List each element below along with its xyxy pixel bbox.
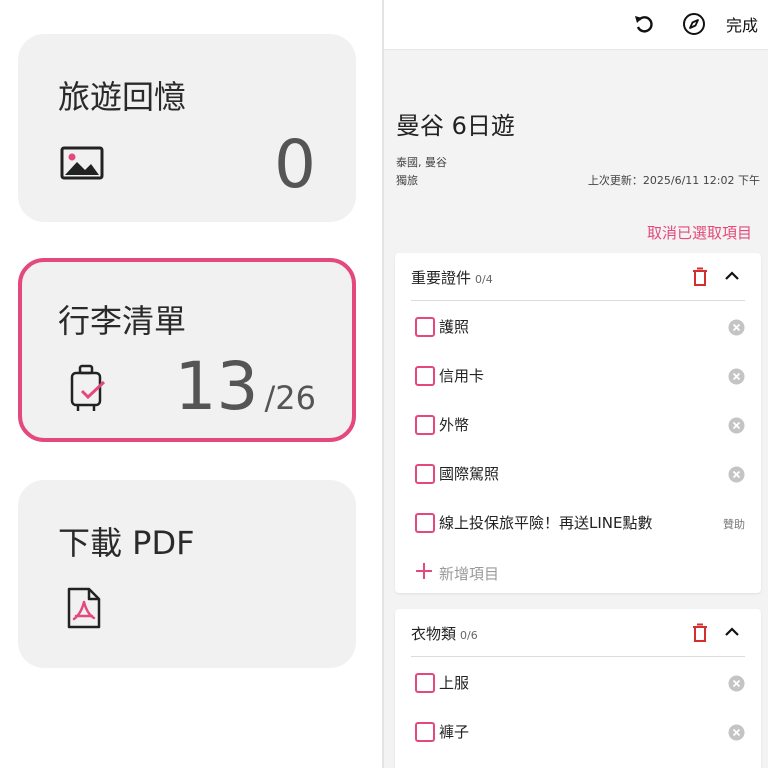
section-header: 重要證件 0/4 [411,253,745,301]
trip-style: 獨旅 [396,174,418,187]
packing-list-card[interactable]: 行李清單 13/26 [18,258,356,442]
section-important-documents: 重要證件 0/4 護照 信用卡 外幣 國際駕照 線上投保旅平險！再送LINE點數… [395,253,761,593]
item-label: 國際駕照 [439,465,500,483]
section-name: 重要證件 0/4 [411,267,493,288]
item-label: 外幣 [439,416,470,434]
list-item: 上服 [415,659,745,708]
section-count: 0/6 [460,629,478,642]
section-name-text: 重要證件 [411,269,472,287]
packing-checked-count: 13 [174,348,259,425]
section-name: 衣物類 0/6 [411,623,478,644]
remove-item-icon[interactable] [728,675,745,692]
chevron-up-icon[interactable] [723,623,741,641]
trip-title: 曼谷 6日遊 [396,112,515,140]
download-pdf-card[interactable]: 下載 PDF [18,480,356,668]
list-item: 護照 [415,303,745,352]
remove-item-icon[interactable] [728,319,745,336]
packing-total-count: /26 [264,379,317,417]
item-label: 信用卡 [439,367,485,385]
list-item: 信用卡 [415,352,745,401]
packing-title: 行李清單 [58,302,187,340]
left-panel: 旅遊回憶 0 行李清單 13/26 下載 PDF [0,0,382,768]
trip-location: 泰國, 曼谷 [396,156,447,169]
remove-item-icon[interactable] [728,417,745,434]
sponsored-item[interactable]: 線上投保旅平險！再送LINE點數 贊助 [415,499,745,548]
remove-item-icon[interactable] [728,368,745,385]
pdf-title: 下載 PDF [58,524,195,562]
plus-icon [415,562,433,580]
item-checkbox[interactable] [415,464,435,484]
item-label: 護照 [439,318,470,336]
image-icon [60,146,104,184]
item-checkbox[interactable] [415,722,435,742]
add-item-label: 新增項目 [439,565,500,583]
list-item: 外幣 [415,401,745,450]
done-button[interactable]: 完成 [726,12,758,36]
section-name-text: 衣物類 [411,625,457,643]
sponsor-badge: 贊助 [723,518,745,531]
item-label: 線上投保旅平險！再送LINE點數 [439,514,653,532]
pdf-file-icon [66,586,102,634]
item-checkbox[interactable] [415,415,435,435]
section-count: 0/4 [475,273,493,286]
add-item-button[interactable]: 新增項目 [415,548,745,598]
memories-count: 0 [274,126,316,203]
top-bar: 完成 [384,0,768,50]
remove-item-icon[interactable] [728,466,745,483]
section-clothing: 衣物類 0/6 上服 褲子 [395,609,761,768]
item-checkbox[interactable] [415,366,435,386]
memories-title: 旅遊回憶 [58,78,187,116]
trash-icon[interactable] [691,267,709,287]
packing-progress: 13/26 [175,348,316,425]
list-item: 褲子 [415,708,745,757]
list-item: 國際駕照 [415,450,745,499]
item-checkbox[interactable] [415,673,435,693]
right-panel: 完成 曼谷 6日遊 泰國, 曼谷 獨旅 上次更新：2025/6/11 12:02… [384,0,768,768]
item-checkbox[interactable] [415,513,435,533]
trash-icon[interactable] [691,623,709,643]
item-label: 褲子 [439,723,470,741]
undo-icon[interactable] [632,12,656,36]
item-label: 上服 [439,674,470,692]
compass-icon[interactable] [682,12,706,36]
item-checkbox[interactable] [415,317,435,337]
deselect-items-button[interactable]: 取消已選取項目 [647,222,752,243]
memories-card[interactable]: 旅遊回憶 0 [18,34,356,222]
luggage-check-icon [68,364,108,418]
section-header: 衣物類 0/6 [411,609,745,657]
last-updated: 上次更新：2025/6/11 12:02 下午 [587,174,760,187]
remove-item-icon[interactable] [728,724,745,741]
chevron-up-icon[interactable] [723,267,741,285]
